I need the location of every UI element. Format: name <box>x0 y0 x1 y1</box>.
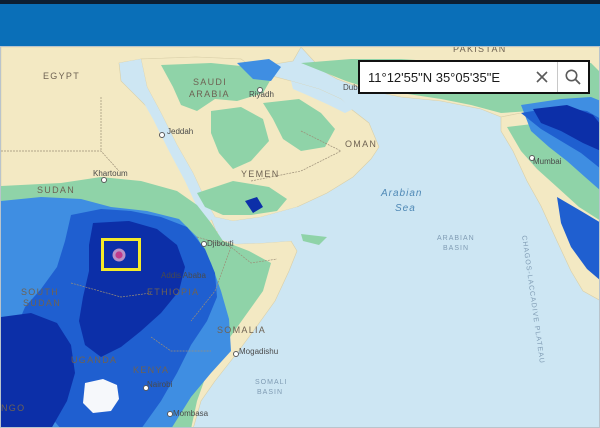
city-dot-jeddah <box>159 132 165 138</box>
city-dot-riyadh <box>257 87 263 93</box>
city-dot-mombasa <box>167 411 173 417</box>
coordinate-search-box[interactable]: 11°12'55"N 35°05'35"E <box>358 60 590 94</box>
app-header-bar <box>0 0 600 46</box>
city-dot-djibouti <box>201 241 207 247</box>
city-dot-khartoum <box>101 177 107 183</box>
map-view[interactable]: PAKISTAN EGYPT SAUDI ARABIA OMAN YEMEN S… <box>0 46 600 428</box>
close-icon[interactable] <box>531 62 553 92</box>
city-dot-mumbai <box>529 155 535 161</box>
search-icon[interactable] <box>558 62 588 92</box>
map-canvas[interactable] <box>1 47 600 428</box>
location-pin-icon[interactable] <box>112 248 126 262</box>
city-dot-nairobi <box>143 385 149 391</box>
city-dot-mogadishu <box>233 351 239 357</box>
search-input[interactable]: 11°12'55"N 35°05'35"E <box>360 70 531 85</box>
